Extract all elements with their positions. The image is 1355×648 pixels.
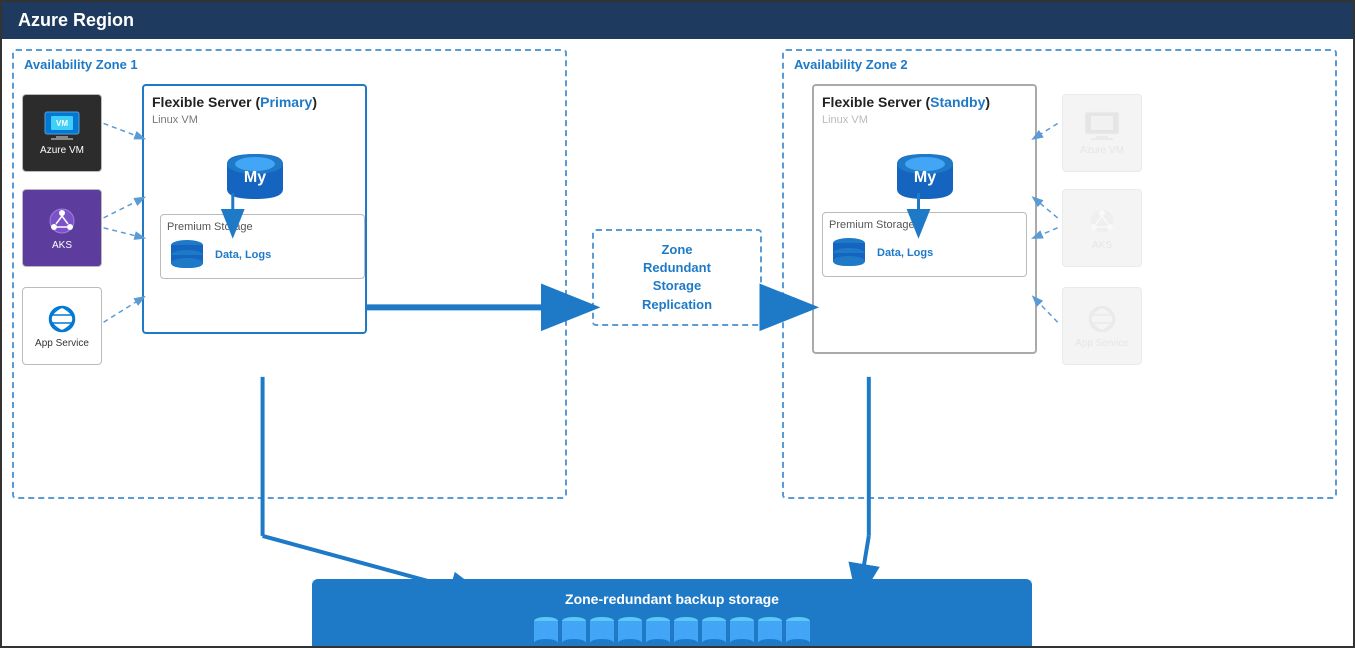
zrs-text: Zone Redundant Storage Replication <box>604 241 750 314</box>
aks-icon <box>43 205 81 237</box>
left-aks-box[interactable]: AKS <box>22 189 102 267</box>
right-app-service-label: App Service <box>1075 338 1129 349</box>
standby-server-box: Flexible Server (Standby) Linux VM My Pr… <box>812 84 1037 354</box>
mysql-icon-standby: My <box>890 134 960 204</box>
right-vm-label: Azure VM <box>1080 145 1124 156</box>
left-azure-vm-box[interactable]: VM Azure VM <box>22 94 102 172</box>
standby-data-logs-label: Data, Logs <box>877 247 933 259</box>
backup-title: Zone-redundant backup storage <box>332 591 1012 607</box>
zone1-label: Availability Zone 1 <box>24 57 138 72</box>
zone2-label: Availability Zone 2 <box>794 57 908 72</box>
svg-text:My: My <box>913 169 935 186</box>
left-vm-label: Azure VM <box>40 145 84 156</box>
standby-storage-box: Premium Storage Data, Logs <box>822 212 1027 277</box>
backup-cylinders <box>532 613 812 648</box>
right-azure-vm-box: Azure VM <box>1062 94 1142 172</box>
mysql-icon-primary: My <box>220 134 290 204</box>
standby-db-stack-icon <box>829 235 869 270</box>
standby-server-title: Flexible Server (Standby) <box>822 94 1027 110</box>
standby-mysql-icon: My <box>822 134 1027 204</box>
app-service-icon <box>43 303 81 335</box>
left-app-service-label: App Service <box>35 338 89 349</box>
primary-mysql-icon: My <box>152 134 357 204</box>
azure-region-title: Azure Region <box>18 10 134 30</box>
right-app-service-box: App Service <box>1062 287 1142 365</box>
left-aks-label: AKS <box>52 240 72 251</box>
primary-server-box: Flexible Server (Primary) Linux VM My Pr… <box>142 84 367 334</box>
primary-data-logs-label: Data, Logs <box>215 249 271 261</box>
backup-storage-box: Zone-redundant backup storage <box>312 579 1032 648</box>
svg-text:VM: VM <box>56 119 68 128</box>
right-aks-box: AKS <box>1062 189 1142 267</box>
backup-db-icons <box>332 613 1012 648</box>
vm-icon: VM <box>43 110 81 142</box>
standby-linux-vm-label: Linux VM <box>822 114 1027 126</box>
primary-linux-vm-label: Linux VM <box>152 114 357 126</box>
azure-region-header: Azure Region <box>2 2 1353 39</box>
right-aks-icon <box>1083 205 1121 237</box>
svg-text:My: My <box>243 169 265 186</box>
right-app-service-icon <box>1083 303 1121 335</box>
full-diagram: Availability Zone 1 Availability Zone 2 … <box>2 39 1353 648</box>
diagram-container: Azure Region Availability Zone 1 Availab… <box>0 0 1355 648</box>
primary-storage-box: Premium Storage Data, Logs <box>160 214 365 279</box>
left-app-service-box[interactable]: App Service <box>22 287 102 365</box>
primary-db-stack-icon <box>167 237 207 272</box>
primary-server-title: Flexible Server (Primary) <box>152 94 357 110</box>
zrs-label-box: Zone Redundant Storage Replication <box>592 229 762 326</box>
right-aks-label: AKS <box>1092 240 1112 251</box>
right-vm-icon <box>1083 110 1121 142</box>
